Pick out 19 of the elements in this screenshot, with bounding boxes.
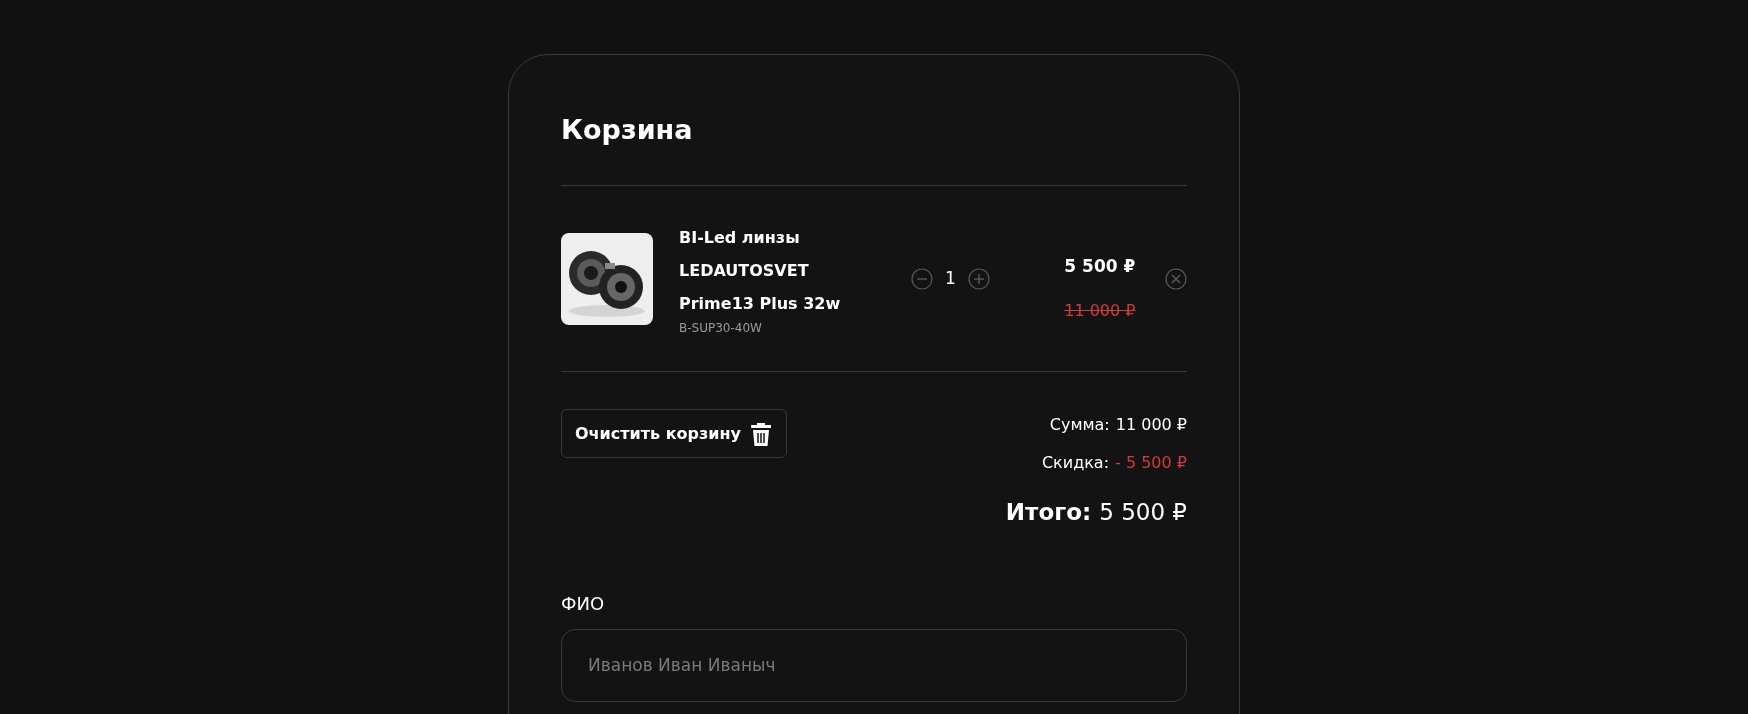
cart-title: Корзина bbox=[561, 113, 694, 147]
sum-label: Сумма: bbox=[1049, 414, 1110, 436]
field-label: ФИО bbox=[561, 591, 606, 616]
product-sku: B-SUP30-40W bbox=[679, 320, 763, 336]
name-input[interactable]: Иванов Иван Иваныч bbox=[561, 628, 1187, 702]
sum-value: 11 000 ₽ bbox=[1115, 414, 1187, 436]
trash-icon bbox=[749, 420, 774, 447]
quantity: 1 bbox=[945, 266, 956, 290]
price: 5 500 ₽ bbox=[1064, 254, 1136, 278]
total-label: Итого: bbox=[1005, 498, 1092, 527]
product-name: BI-Led линзы LEDAUTOSVET Prime13 Plus 32w bbox=[679, 227, 842, 315]
discount-value: - 5 500 ₽ bbox=[1115, 452, 1187, 474]
total-value: 5 500 ₽ bbox=[1099, 498, 1187, 527]
plus-icon[interactable] bbox=[967, 267, 990, 290]
minus-icon[interactable] bbox=[911, 267, 933, 290]
discount-label: Скидка: bbox=[1041, 452, 1110, 474]
old-price: 11 000 ₽ bbox=[1064, 300, 1136, 323]
close-icon[interactable] bbox=[1165, 267, 1187, 290]
clear-cart-button[interactable]: Очистить корзину bbox=[561, 409, 788, 458]
